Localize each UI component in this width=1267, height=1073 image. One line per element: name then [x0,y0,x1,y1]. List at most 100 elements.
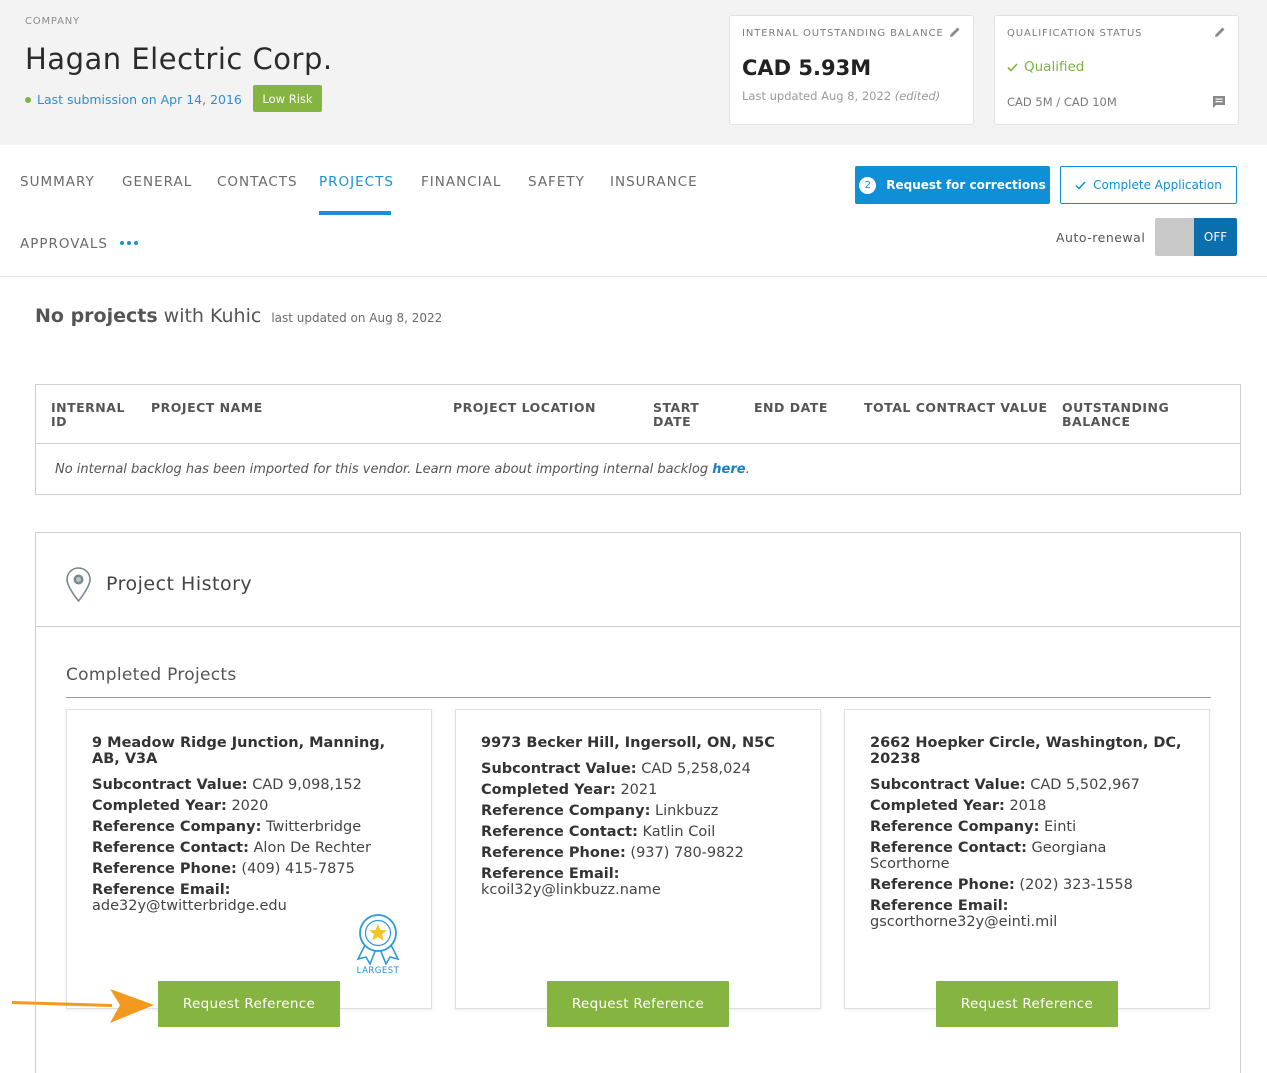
auto-renewal-toggle[interactable]: OFF [1155,218,1237,256]
company-name: Hagan Electric Corp. [25,42,333,76]
project-card: 9973 Becker Hill, Ingersoll, ON, N5C Sub… [455,709,821,1009]
field-label: Reference Contact: [870,840,1027,856]
corrections-count-badge: 2 [859,176,877,194]
column-header: OUTSTANDING BALANCE [1062,400,1170,429]
import-backlog-link[interactable]: here [712,462,745,477]
pencil-icon[interactable] [1214,26,1226,38]
project-address: 2662 Hoepker Circle, Washington, DC, 202… [870,735,1182,767]
request-reference-button[interactable]: Request Reference [158,981,340,1027]
balance-card: INTERNAL OUTSTANDING BALANCE CAD 5.93M L… [729,15,974,125]
tab-projects[interactable]: PROJECTS [319,174,394,190]
request-corrections-label: Request for corrections [886,178,1046,192]
field-label: Reference Company: [92,819,262,835]
pencil-icon[interactable] [949,26,961,38]
balance-updated-text: Last updated Aug 8, 2022 [742,89,892,103]
balance-edited-note: (edited) [894,89,941,103]
request-reference-button[interactable]: Request Reference [547,981,729,1027]
project-history-header: Project History [36,533,1240,627]
checkmark-icon [1007,62,1018,72]
company-label: COMPANY [25,16,80,27]
complete-application-button[interactable]: Complete Application [1060,166,1237,204]
project-address: 9973 Becker Hill, Ingersoll, ON, N5C [481,735,775,751]
field-label: Completed Year: [481,782,616,798]
column-header: PROJECT NAME [151,400,263,415]
tab-approvals[interactable]: APPROVALS [20,236,108,252]
column-header: START DATE [653,400,700,429]
empty-message-text: No internal backlog has been imported fo… [55,462,713,477]
project-card: 9 Meadow Ridge Junction, Manning, AB, V3… [66,709,432,1009]
field-label: Reference Phone: [92,861,237,877]
section-divider [66,697,1211,698]
reference-email: ade32y@twitterbridge.edu [92,898,287,914]
reference-email: kcoil32y@linkbuzz.name [481,882,661,898]
tab-bar: SUMMARY GENERAL CONTACTS PROJECTS FINANC… [0,145,1267,277]
table-divider [36,443,1240,444]
last-submission[interactable]: Last submission on Apr 14, 2016 [25,92,242,107]
field-label: Reference Company: [481,803,651,819]
request-reference-button[interactable]: Request Reference [936,981,1118,1027]
reference-contact: Alon De Rechter [253,840,371,856]
tab-summary[interactable]: SUMMARY [20,174,95,190]
balance-value: CAD 5.93M [742,56,872,80]
pointer-arrow-icon [12,989,154,1023]
column-header: TOTAL CONTRACT VALUE [864,400,1048,415]
qualification-status-text: Qualified [1024,59,1085,75]
subcontract-value: CAD 5,502,967 [1030,777,1140,793]
column-header: INTERNAL ID [51,400,125,429]
field-label: Reference Contact: [481,824,638,840]
field-label: Completed Year: [92,798,227,814]
checkmark-icon [1075,180,1086,190]
comment-icon[interactable] [1212,95,1226,109]
field-label: Subcontract Value: [92,777,248,793]
status-dot-icon [25,96,31,103]
tab-contacts[interactable]: CONTACTS [217,174,298,190]
map-pin-icon [66,567,91,603]
reference-contact: Katlin Coil [642,824,716,840]
project-details: Subcontract Value: CAD 5,502,967 Complet… [870,777,1190,935]
company-header: COMPANY Hagan Electric Corp. Last submis… [0,0,1267,145]
more-tabs-icon[interactable] [120,233,138,253]
qualification-range: CAD 5M / CAD 10M [1007,95,1117,109]
reference-phone: (937) 780-9822 [630,845,744,861]
auto-renewal-label: Auto-renewal [1056,230,1146,245]
tab-general[interactable]: GENERAL [122,174,192,190]
tab-insurance[interactable]: INSURANCE [610,174,698,190]
projects-updated: last updated on Aug 8, 2022 [271,311,443,325]
largest-badge: LARGEST [350,913,406,977]
project-address: 9 Meadow Ridge Junction, Manning, AB, V3… [92,735,386,767]
reference-email: gscorthorne32y@einti.mil [870,914,1058,930]
field-label: Subcontract Value: [481,761,637,777]
toggle-state-label: OFF [1194,218,1237,256]
active-tab-indicator [319,211,391,215]
subcontract-value: CAD 9,098,152 [252,777,362,793]
tab-safety[interactable]: SAFETY [528,174,585,190]
subcontract-value: CAD 5,258,024 [641,761,751,777]
project-details: Subcontract Value: CAD 5,258,024 Complet… [481,761,801,903]
completed-projects-title: Completed Projects [66,665,237,685]
field-label: Reference Email: [870,898,1009,914]
completed-year: 2020 [231,798,269,814]
reference-phone: (409) 415-7875 [241,861,355,877]
award-ribbon-icon [356,914,400,966]
balance-card-label: INTERNAL OUTSTANDING BALANCE [742,28,944,39]
empty-backlog-message: No internal backlog has been imported fo… [55,462,750,477]
field-label: Reference Phone: [870,877,1015,893]
field-label: Completed Year: [870,798,1005,814]
toggle-track [1155,218,1194,256]
project-card: 2662 Hoepker Circle, Washington, DC, 202… [844,709,1210,1009]
projects-heading: No projects with Kuhic last updated on A… [35,305,442,327]
tab-financial[interactable]: FINANCIAL [421,174,501,190]
project-details: Subcontract Value: CAD 9,098,152 Complet… [92,777,412,919]
qualification-card-label: QUALIFICATION STATUS [1007,28,1143,39]
field-label: Subcontract Value: [870,777,1026,793]
largest-label: LARGEST [356,966,400,976]
qualification-card: QUALIFICATION STATUS Qualified CAD 5M / … [994,15,1239,125]
field-label: Reference Email: [481,866,620,882]
reference-company: Linkbuzz [655,803,719,819]
reference-company: Einti [1044,819,1077,835]
reference-company: Twitterbridge [266,819,362,835]
project-history-title: Project History [106,573,253,595]
field-label: Reference Contact: [92,840,249,856]
request-corrections-button[interactable]: 2 Request for corrections [855,166,1050,204]
projects-heading-rest: with Kuhic [163,305,262,327]
